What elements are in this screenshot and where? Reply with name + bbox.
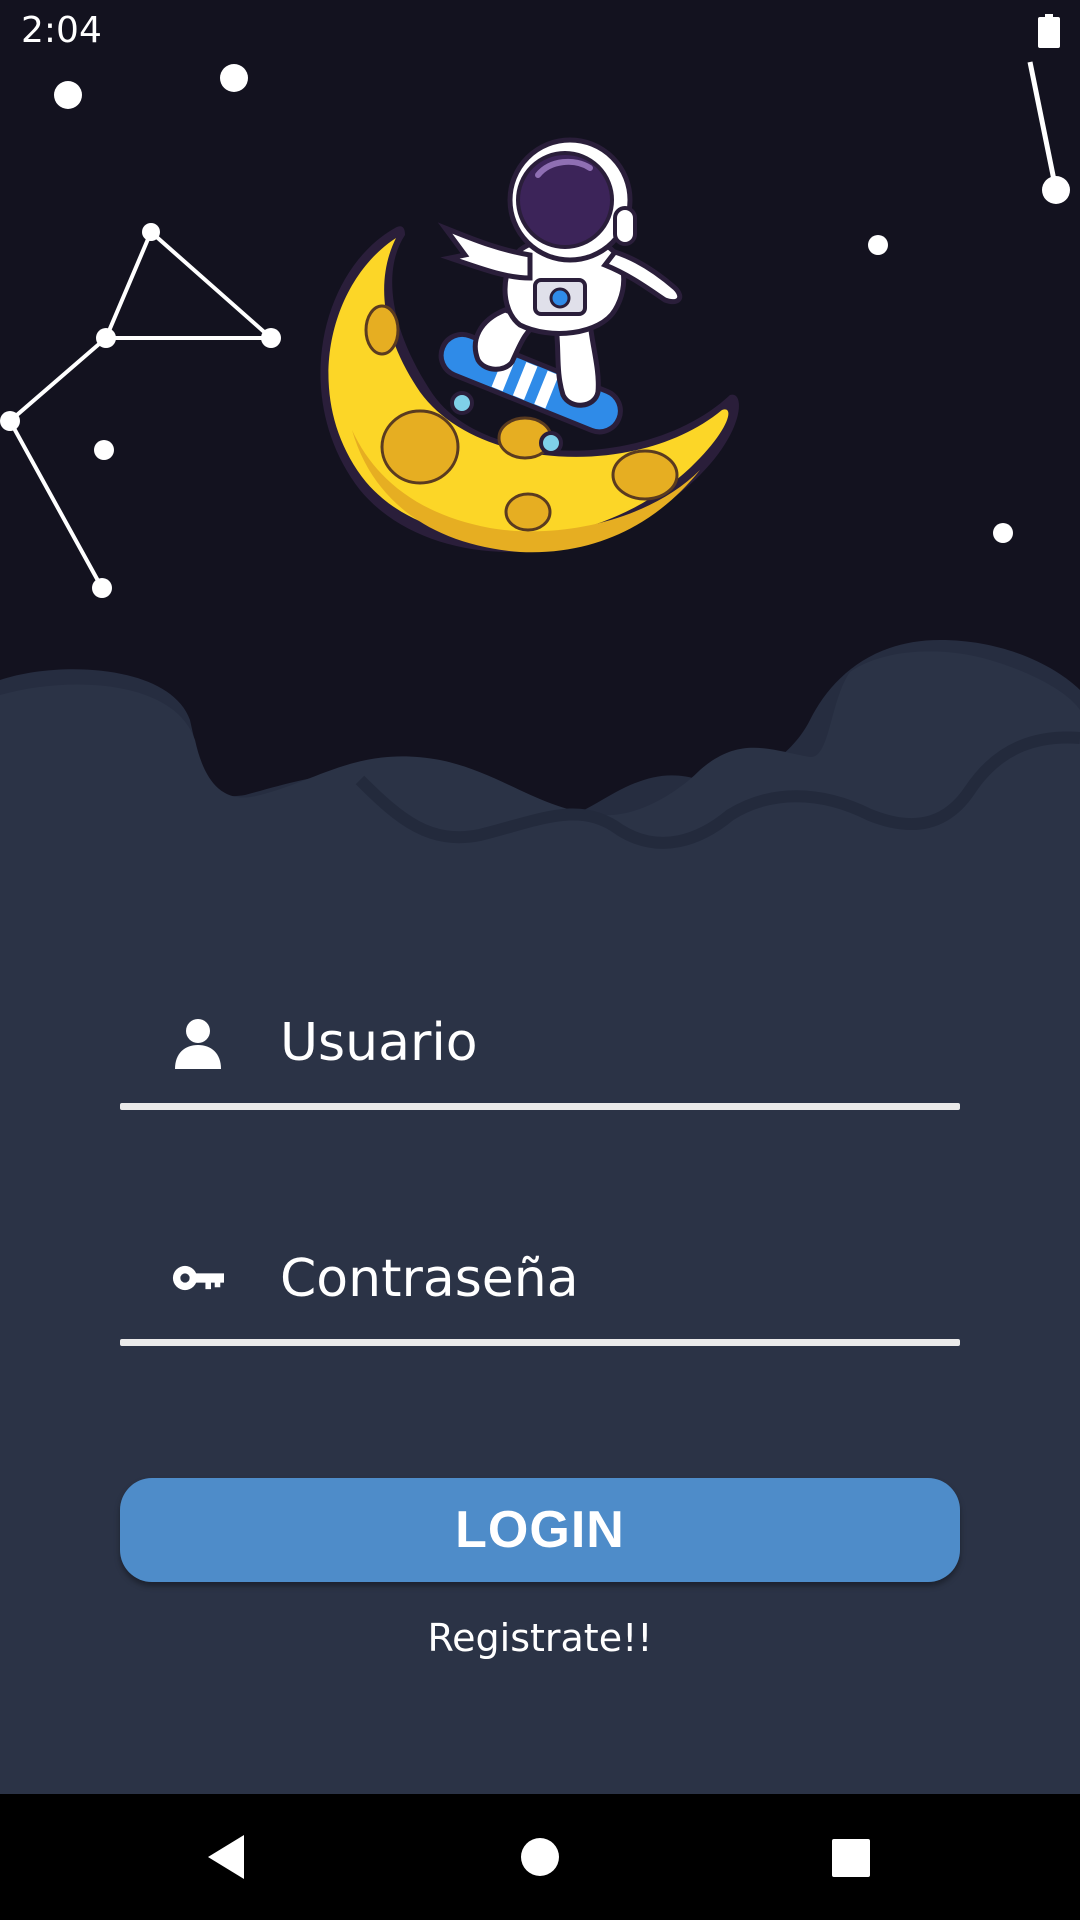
navigation-bar <box>0 1794 1080 1920</box>
home-circle-icon <box>521 1838 559 1876</box>
login-screen: 2:04 LOGIN Regi <box>0 0 1080 1920</box>
recents-square-icon <box>832 1839 870 1877</box>
recents-button[interactable] <box>780 1794 920 1920</box>
star <box>993 523 1013 543</box>
password-underline <box>120 1339 960 1346</box>
back-button[interactable] <box>156 1794 296 1920</box>
person-icon <box>175 1019 221 1069</box>
username-input[interactable] <box>280 1008 940 1078</box>
key-icon <box>172 1265 224 1291</box>
login-button[interactable]: LOGIN <box>120 1478 960 1582</box>
username-field <box>120 980 960 1110</box>
back-triangle-icon <box>208 1835 244 1879</box>
status-time: 2:04 <box>21 10 102 51</box>
register-link[interactable]: Registrate!! <box>120 1616 960 1660</box>
username-underline <box>120 1103 960 1110</box>
star <box>54 81 82 109</box>
star <box>94 440 114 460</box>
password-input[interactable] <box>280 1244 940 1314</box>
battery-full-icon <box>1038 14 1060 48</box>
star <box>220 64 248 92</box>
home-button[interactable] <box>470 1794 610 1920</box>
star <box>868 235 888 255</box>
password-field <box>120 1216 960 1346</box>
status-bar: 2:04 <box>0 0 1080 64</box>
